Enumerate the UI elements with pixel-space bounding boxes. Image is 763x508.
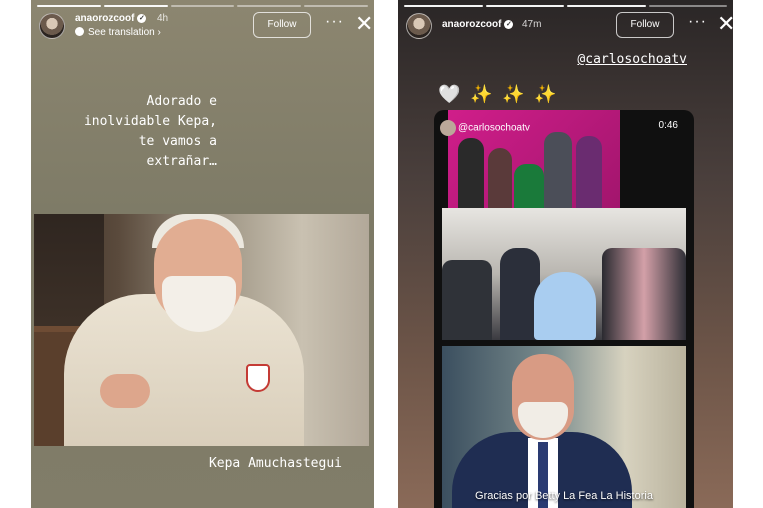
more-options-icon[interactable]: ··· [325, 13, 344, 31]
story-progress-bar [404, 5, 727, 7]
crowd-left [442, 260, 492, 340]
cast-figure [576, 136, 602, 208]
close-icon[interactable]: ✕ [355, 13, 373, 35]
woman-in-blue-dress [534, 272, 596, 340]
see-translation-link[interactable]: See translation › [75, 27, 161, 38]
athletic-club-crest-icon [246, 364, 270, 392]
avatar[interactable] [39, 13, 65, 39]
shared-reel-card[interactable]: @carlosochoatv 0:46 Gracias por Betty La… [434, 110, 694, 508]
globe-icon [75, 27, 84, 36]
verified-icon: ✓ [137, 13, 147, 23]
follow-button[interactable]: Follow [616, 12, 674, 38]
cast-figure [544, 132, 572, 208]
cast-figure [514, 164, 544, 208]
avatar[interactable] [406, 13, 432, 39]
heart-icon: 🤍 [438, 84, 463, 105]
username-text[interactable]: anaorozcoof [442, 19, 501, 30]
reel-handle[interactable]: @carlosochoatv [440, 120, 530, 136]
reel-frame-wedding [442, 208, 686, 340]
username[interactable]: anaorozcoof ✓ [442, 19, 514, 30]
crowd-right [602, 248, 686, 340]
username[interactable]: anaorozcoof ✓ [75, 13, 147, 24]
more-options-icon[interactable]: ··· [688, 13, 707, 31]
story-photo [34, 214, 369, 446]
reel-frame-portrait: Gracias por Betty La Fea La Historia [442, 346, 686, 508]
verified-icon: ✓ [504, 19, 514, 29]
post-time: 4h [157, 13, 169, 24]
see-translation-label[interactable]: See translation › [88, 27, 161, 38]
avatar [440, 120, 456, 136]
username-text[interactable]: anaorozcoof [75, 13, 134, 24]
emoji-sticker: 🤍 ✨ ✨ ✨ [438, 84, 559, 105]
story-right[interactable]: anaorozcoof ✓ 47m Follow ··· ✕ @carlosoch… [398, 0, 733, 508]
photo-caption: Kepa Amuchastegui [208, 456, 342, 471]
reel-timer: 0:46 [658, 120, 678, 131]
photo-hand [100, 374, 150, 408]
follow-button[interactable]: Follow [253, 12, 311, 38]
reel-handle-text[interactable]: @carlosochoatv [458, 123, 530, 134]
story-header: anaorozcoof ✓ 47m Follow ··· ✕ [406, 11, 733, 41]
story-left[interactable]: anaorozcoof ✓ 4h See translation › Follow… [31, 0, 374, 508]
post-time: 47m [522, 19, 542, 30]
mention-link[interactable]: @carlosochoatv [577, 52, 687, 67]
reel-subtitle: Gracias por Betty La Fea La Historia [475, 490, 653, 502]
cast-figure [458, 138, 484, 208]
story-progress-bar [37, 5, 368, 7]
story-caption: Adorado e inolvidable Kepa, te vamos a e… [83, 94, 217, 169]
cast-figure [488, 148, 512, 208]
sparkles-icon: ✨ ✨ ✨ [470, 84, 559, 105]
story-header: anaorozcoof ✓ 4h See translation › Follow… [39, 11, 373, 41]
close-icon[interactable]: ✕ [717, 13, 733, 35]
